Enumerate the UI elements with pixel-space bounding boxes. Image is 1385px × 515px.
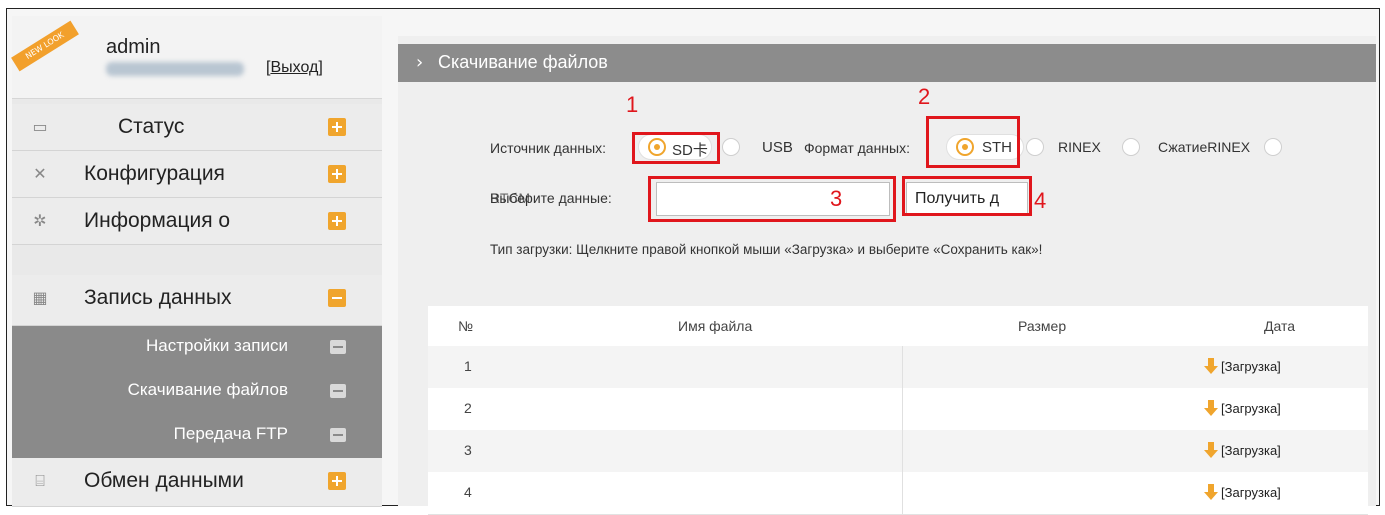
- network-icon: ⌸: [35, 471, 45, 490]
- expand-icon[interactable]: [328, 118, 346, 136]
- minus-icon: [330, 428, 346, 442]
- usb-label: USB: [762, 139, 793, 156]
- header-no: №: [458, 318, 474, 334]
- header-date: Дата: [1264, 318, 1296, 334]
- new-ribbon: NEW LOOK: [11, 20, 79, 72]
- table-row: 2 [Загрузка]: [428, 388, 1368, 431]
- table-header: [428, 306, 1368, 347]
- download-arrow-icon: [1204, 442, 1218, 458]
- column-divider: [902, 346, 903, 388]
- highlight-box-1: [632, 132, 720, 164]
- row-number: 1: [464, 358, 472, 374]
- format-label: Формат данных:: [804, 140, 910, 156]
- submenu-item-record-settings[interactable]: Настройки записи: [12, 326, 382, 368]
- row-number: 3: [464, 442, 472, 458]
- main-panel: › Скачивание файлов Источник данных: SD卡…: [398, 36, 1376, 515]
- submenu-data-record: Настройки записи Скачивание файлов Перед…: [12, 326, 382, 458]
- select-data-label: Выберите данные:: [490, 190, 612, 206]
- collapse-icon[interactable]: [328, 289, 346, 307]
- title-bar: › Скачивание файлов: [398, 44, 1376, 82]
- tools-icon: ✕: [33, 164, 47, 183]
- annotation-3: 3: [830, 186, 843, 211]
- highlight-box-4: [902, 176, 1032, 216]
- download-arrow-icon: [1204, 400, 1218, 416]
- download-link[interactable]: [Загрузка]: [1204, 484, 1281, 500]
- annotation-2: 2: [918, 84, 931, 109]
- download-label[interactable]: [Загрузка]: [1221, 485, 1281, 500]
- download-arrow-icon: [1204, 484, 1218, 500]
- crinex-radio[interactable]: [1264, 138, 1282, 156]
- menu-item-information[interactable]: ✲ Информация о: [12, 198, 382, 245]
- expand-icon[interactable]: [328, 212, 346, 230]
- minus-icon: [330, 340, 346, 354]
- highlight-box-3: [648, 176, 896, 222]
- sidebar: NEW LOOK admin [Выход] ▭ Статус ✕ Конфиг…: [11, 16, 382, 507]
- submenu-label: Передача FTP: [173, 424, 288, 443]
- annotation-4: 4: [1034, 188, 1047, 213]
- download-label[interactable]: [Загрузка]: [1221, 401, 1281, 416]
- user-panel: NEW LOOK admin [Выход]: [11, 16, 382, 99]
- menu-item-configuration[interactable]: ✕ Конфигурация: [12, 151, 382, 198]
- menu-item-data-exchange[interactable]: ⌸ Обмен данными: [12, 458, 382, 507]
- logout-label[interactable]: Выход: [270, 59, 318, 76]
- download-hint: Тип загрузки: Щелкните правой кнопкой мы…: [490, 242, 1043, 257]
- rinex-radio[interactable]: [1026, 138, 1044, 156]
- annotation-1: 1: [626, 92, 639, 117]
- minus-icon: [330, 384, 346, 398]
- table-row: 3 [Загрузка]: [428, 430, 1368, 473]
- logout-bracket-close: ]: [318, 59, 323, 76]
- table-row: 1 [Загрузка]: [428, 346, 1368, 389]
- download-label[interactable]: [Загрузка]: [1221, 359, 1281, 374]
- rinex-spacer[interactable]: [1122, 138, 1140, 156]
- menu-label: Обмен данными: [84, 469, 244, 492]
- menu-item-status[interactable]: ▭ Статус: [12, 104, 382, 151]
- satellite-icon: ✲: [33, 211, 47, 230]
- calendar-icon: ▦: [32, 288, 48, 307]
- page-title: Скачивание файлов: [438, 52, 608, 72]
- row-number: 4: [464, 484, 472, 500]
- expand-icon[interactable]: [328, 472, 346, 490]
- submenu-item-file-download[interactable]: Скачивание файлов: [12, 370, 382, 412]
- download-link[interactable]: [Загрузка]: [1204, 358, 1281, 374]
- chevron-right-icon: ›: [416, 52, 424, 73]
- usb-radio[interactable]: [722, 138, 740, 156]
- menu-item-data-record[interactable]: ▦ Запись данных: [12, 275, 382, 326]
- monitor-icon: ▭: [32, 117, 48, 136]
- expand-icon[interactable]: [328, 165, 346, 183]
- submenu-label: Настройки записи: [145, 336, 288, 355]
- header-filename: Имя файла: [678, 318, 753, 334]
- download-label[interactable]: [Загрузка]: [1221, 443, 1281, 458]
- logout-link[interactable]: [Выход]: [266, 59, 323, 77]
- download-arrow-icon: [1204, 358, 1218, 374]
- column-divider: [902, 388, 903, 430]
- row-number: 2: [464, 400, 472, 416]
- column-divider: [902, 430, 903, 472]
- highlight-box-2: [926, 116, 1020, 168]
- blurred-serial: [106, 62, 244, 76]
- source-label: Источник данных:: [490, 140, 607, 156]
- header-size: Размер: [1018, 318, 1067, 334]
- column-divider: [902, 472, 903, 514]
- menu-label: Статус: [118, 115, 185, 138]
- submenu-item-ftp[interactable]: Передача FTP: [12, 414, 382, 456]
- download-link[interactable]: [Загрузка]: [1204, 442, 1281, 458]
- submenu-label: Скачивание файлов: [127, 380, 288, 399]
- menu-label: Конфигурация: [84, 162, 225, 185]
- menu-label: Запись данных: [84, 286, 232, 309]
- download-link[interactable]: [Загрузка]: [1204, 400, 1281, 416]
- username: admin: [106, 36, 161, 58]
- menu-label: Информация о: [84, 209, 231, 232]
